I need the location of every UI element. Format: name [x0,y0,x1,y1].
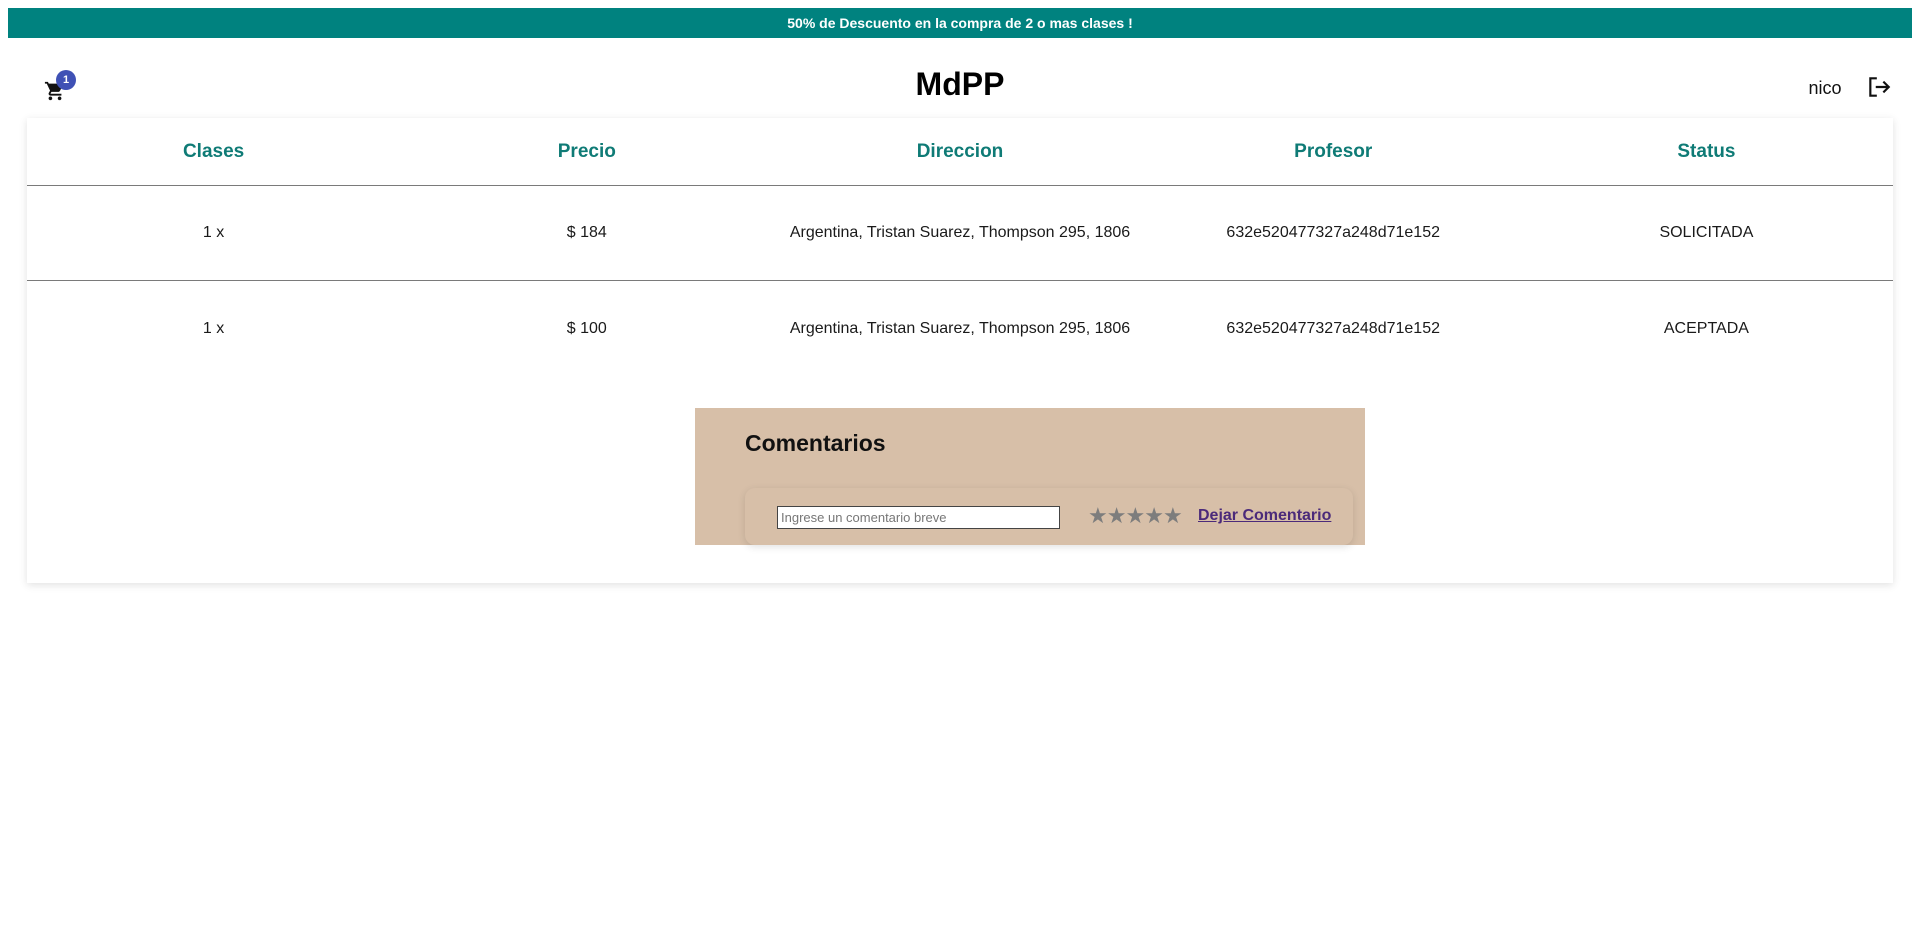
logout-button[interactable] [1866,74,1894,102]
star-rating[interactable]: ★ ★ ★ ★ ★ [1088,503,1183,529]
cell-profesor: 632e520477327a248d71e152 [1226,319,1440,337]
comments-title: Comentarios [745,430,886,456]
cell-direccion: Argentina, Tristan Suarez, Thompson 295,… [789,224,1131,241]
username: nico [1808,78,1842,98]
promo-text: 50% de Descuento en la compra de 2 o mas… [787,15,1133,31]
column-header-profesor: Profesor [1294,140,1373,162]
column-header-status: Status [1677,140,1736,162]
promo-banner: 50% de Descuento en la compra de 2 o mas… [8,8,1912,38]
cell-status: ACEPTADA [1663,319,1749,337]
table-row: 1 x $ 184 Argentina, Tristan Suarez, Tho… [27,186,1893,281]
cell-clases: 1 x [202,319,225,337]
page-header: 1 MdPP nico [0,38,1920,118]
star-icon[interactable]: ★ [1144,503,1164,529]
table-row: 1 x $ 100 Argentina, Tristan Suarez, Tho… [27,281,1893,376]
cell-precio: $ 184 [566,224,607,241]
cell-direccion: Argentina, Tristan Suarez, Thompson 295,… [789,319,1131,337]
comments-panel: Comentarios ★ ★ ★ ★ ★ Dejar Comentario [695,408,1365,545]
comment-form: ★ ★ ★ ★ ★ Dejar Comentario [745,488,1353,545]
column-header-precio: Precio [557,140,616,162]
cell-status: SOLICITADA [1659,224,1754,241]
star-icon[interactable]: ★ [1163,503,1183,529]
submit-comment-link[interactable]: Dejar Comentario [1198,507,1331,525]
logout-icon [1869,77,1891,97]
cell-clases: 1 x [202,224,225,241]
cell-profesor: 632e520477327a248d71e152 [1226,224,1440,241]
comment-input[interactable] [777,506,1060,529]
table-header-row: Clases Precio Direccion Profesor Status [27,118,1893,186]
column-header-direccion: Direccion [916,140,1004,162]
column-header-clases: Clases [182,140,245,162]
brand-logo[interactable]: MdPP [0,66,1920,103]
star-icon[interactable]: ★ [1107,503,1127,529]
cell-precio: $ 100 [566,319,607,337]
star-icon[interactable]: ★ [1125,503,1145,529]
star-icon[interactable]: ★ [1088,503,1108,529]
